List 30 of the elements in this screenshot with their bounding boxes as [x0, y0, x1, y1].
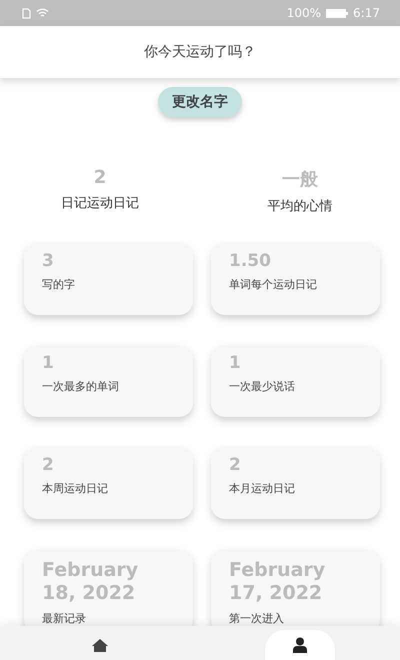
- stat-label: 本周运动日记: [42, 481, 109, 496]
- page-title: 你今天运动了吗？: [144, 43, 256, 61]
- clock-time: 6:17: [353, 6, 380, 20]
- summary-label: 日记运动日记: [61, 195, 139, 212]
- home-icon: [91, 638, 109, 652]
- stat-label: 单词每个运动日记: [229, 277, 318, 292]
- profile-tab[interactable]: [265, 630, 335, 660]
- battery-icon: [326, 8, 348, 18]
- battery-percentage: 100%: [286, 6, 322, 20]
- summary-value: 一般: [282, 168, 318, 191]
- stat-value: 1.50: [229, 251, 272, 272]
- stat-value: 2: [42, 455, 55, 476]
- stat-value: 1: [229, 353, 242, 374]
- sim-icon: [22, 8, 31, 18]
- stat-label: 本月运动日记: [229, 481, 296, 496]
- stat-value: February 18, 2022: [42, 559, 140, 605]
- stat-label: 最新记录: [42, 610, 87, 626]
- summary-label: 平均的心情: [268, 198, 332, 215]
- stat-label: 第一次进入: [229, 610, 285, 626]
- summary-value: 2: [94, 167, 106, 188]
- stat-value: February 17, 2022: [229, 559, 326, 605]
- stat-label: 一次最多的单词: [42, 379, 120, 394]
- stat-label: 一次最少说话: [229, 379, 296, 394]
- person-icon: [293, 637, 307, 653]
- rename-button[interactable]: 更改名字: [158, 87, 242, 117]
- wifi-icon: [36, 8, 49, 18]
- stat-label: 写的字: [42, 277, 76, 292]
- stat-value: 2: [229, 455, 242, 476]
- stat-value: 3: [42, 251, 55, 272]
- stat-value: 1: [42, 353, 55, 374]
